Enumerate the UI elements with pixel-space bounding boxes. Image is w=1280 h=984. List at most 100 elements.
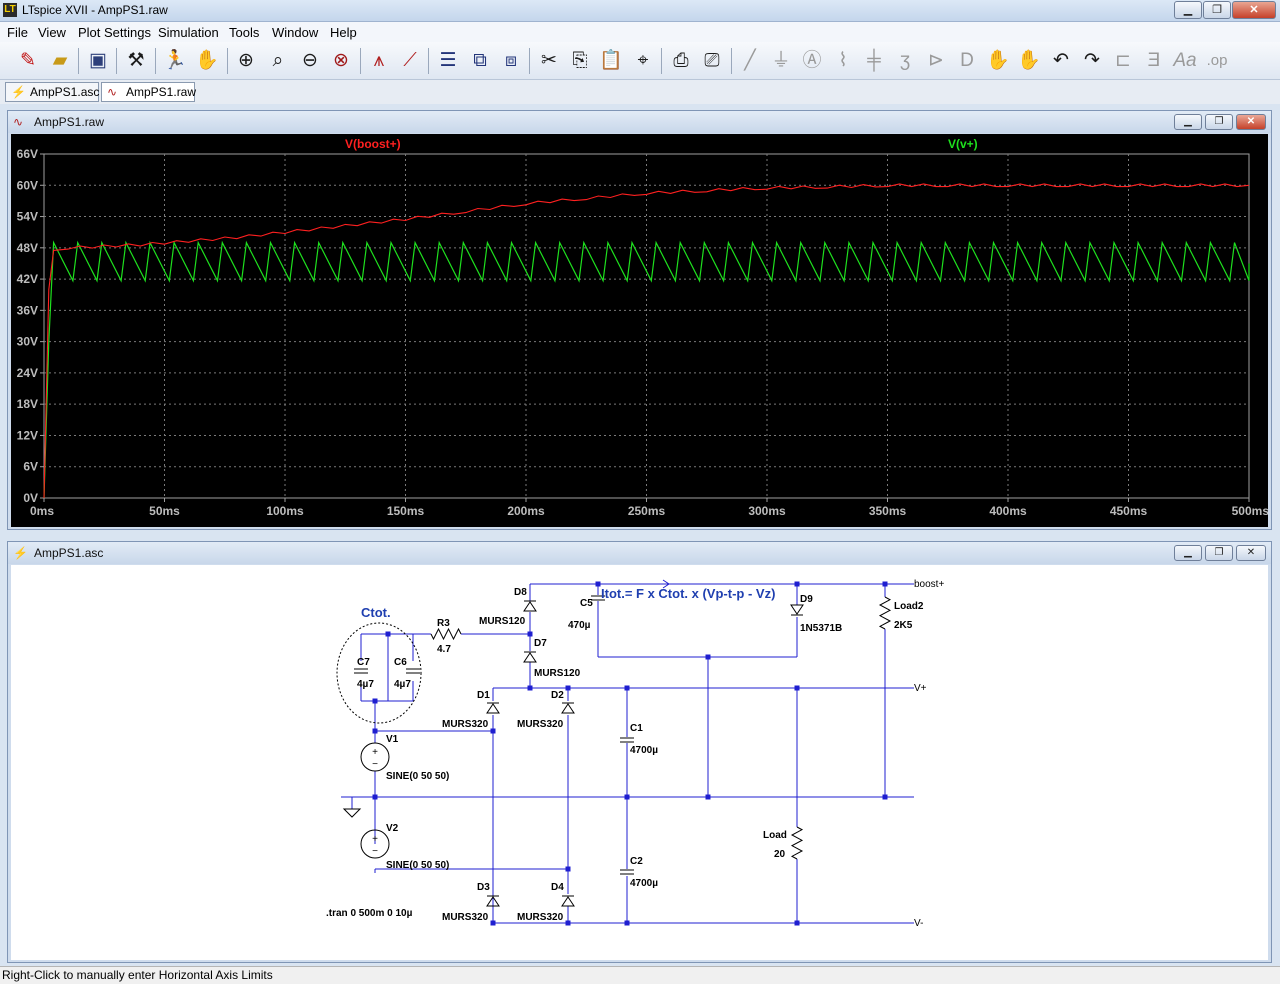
undo-icon[interactable]: ↶ (1047, 47, 1075, 75)
waveform-restore-button[interactable]: ❐ (1205, 114, 1233, 130)
diode-symbol (561, 702, 575, 714)
diode-icon[interactable]: ⊳ (922, 47, 950, 75)
junction-dot (624, 685, 630, 691)
junction-dot (624, 920, 630, 926)
schematic-close-button[interactable]: ✕ (1236, 545, 1266, 561)
zoom-area-icon[interactable]: ⌕ (264, 47, 292, 75)
run-icon[interactable]: 🏃 (161, 47, 189, 75)
drag-icon[interactable]: ✋ (1015, 47, 1043, 75)
tab-waveform[interactable]: ∿ AmpPS1.raw (101, 82, 196, 102)
junction-dot (527, 631, 533, 637)
minimize-button[interactable]: ▁ (1174, 1, 1202, 19)
menu-bar: File View Plot Settings Simulation Tools… (0, 22, 1280, 42)
close-button[interactable]: ✕ (1232, 1, 1276, 19)
x-tick-label: 50ms (149, 504, 180, 518)
schematic-canvas[interactable]: + − + − Ctot. Itot.= F x Ctot. x (Vp-t-p - Vz… (11, 565, 1268, 960)
mirror-icon[interactable]: Ǝ (1140, 47, 1168, 75)
find-icon[interactable]: ⌖ (629, 47, 657, 75)
menu-plot-settings[interactable]: Plot Settings (78, 25, 151, 40)
menu-tools[interactable]: Tools (229, 25, 259, 40)
restore-button[interactable]: ❐ (1203, 1, 1231, 19)
label-c5-name: C5 (580, 598, 593, 609)
y-tick-label: 36V (17, 303, 38, 317)
label-c1-name: C1 (630, 723, 643, 734)
schematic-minimize-button[interactable]: ▁ (1174, 545, 1202, 561)
y-tick-label: 42V (17, 272, 38, 286)
label-c1-val: 4700µ (630, 745, 658, 756)
pan-hand-icon[interactable]: ✋ (193, 47, 221, 75)
zoom-fit-icon[interactable]: ⊗ (327, 47, 355, 75)
schematic-restore-button[interactable]: ❐ (1205, 545, 1233, 561)
menu-view[interactable]: View (38, 25, 66, 40)
autorange-icon[interactable]: ⩚ (365, 47, 393, 75)
ground-icon[interactable]: ⏚ (767, 47, 795, 75)
waveform-close-button[interactable]: ✕ (1236, 114, 1266, 130)
status-bar: Right-Click to manually enter Horizontal… (0, 966, 1280, 984)
x-tick-label: 150ms (387, 504, 425, 518)
diode-symbol (790, 604, 804, 616)
print-setup-icon[interactable]: ⎚ (698, 47, 726, 75)
label-d9-name: D9 (800, 594, 813, 605)
print-icon[interactable]: ⎙ (667, 47, 695, 75)
wire-icon[interactable]: ╱ (736, 47, 764, 75)
source-minus-sign: − (372, 759, 378, 770)
zoom-in-icon[interactable]: ⊕ (232, 47, 260, 75)
tile-horizontal-icon[interactable]: ☰ (434, 47, 462, 75)
spice-directive-icon[interactable]: .op (1203, 47, 1231, 75)
label-load2-name: Load2 (894, 601, 924, 612)
x-tick-label: 200ms (507, 504, 545, 518)
copy-icon[interactable]: ⎘ (566, 47, 594, 75)
save-icon[interactable]: ▣ (84, 47, 112, 75)
tab-schematic[interactable]: ⚡ AmpPS1.asc (5, 82, 99, 102)
diode-symbol (561, 895, 575, 907)
new-schematic-icon[interactable]: ✎ (14, 47, 42, 75)
zoom-out-icon[interactable]: ⊖ (296, 47, 324, 75)
label-c7-val: 4µ7 (357, 679, 374, 690)
junction-dot (705, 794, 711, 800)
move-icon[interactable]: ✋ (984, 47, 1012, 75)
open-folder-icon[interactable]: ▰ (46, 47, 74, 75)
source-minus-sign: − (372, 846, 378, 857)
manual-limits-icon[interactable]: ⟋ (396, 47, 424, 75)
redo-icon[interactable]: ↷ (1078, 47, 1106, 75)
menu-help[interactable]: Help (330, 25, 357, 40)
toolbar-separator (116, 48, 117, 74)
label-d8-name: D8 (514, 587, 527, 598)
y-tick-label: 24V (17, 366, 38, 380)
rotate-icon[interactable]: ⊏ (1109, 47, 1137, 75)
menu-file[interactable]: File (7, 25, 28, 40)
cut-icon[interactable]: ✂ (535, 47, 563, 75)
component-icon[interactable]: D (953, 47, 981, 75)
text-icon[interactable]: Aa (1171, 47, 1199, 75)
junction-dot (385, 631, 391, 637)
tile-vertical-icon[interactable]: ⧈ (497, 47, 525, 75)
junction-dot (565, 920, 571, 926)
capacitor-icon[interactable]: ╪ (860, 47, 888, 75)
toolbar-separator (78, 48, 79, 74)
menu-window[interactable]: Window (272, 25, 318, 40)
toolbar-separator (661, 48, 662, 74)
x-tick-label: 500ms (1232, 504, 1268, 518)
inductor-icon[interactable]: ʒ (891, 47, 919, 75)
label-c7-name: C7 (357, 657, 370, 668)
label-r3-val: 4.7 (437, 644, 451, 655)
menu-simulation[interactable]: Simulation (158, 25, 219, 40)
label-d9-val: 1N5371B (800, 623, 842, 634)
source-plus-sign: + (372, 834, 378, 845)
paste-icon[interactable]: 📋 (597, 47, 625, 75)
waveform-chart[interactable]: 0V 6V 12V 18V 24V 30V 36V 42V 48V 54V 60V 66V 0ms 50m… (11, 134, 1270, 527)
title-bar: LT LTspice XVII - AmpPS1.raw ▁ ❐ ✕ (0, 0, 1280, 22)
junction-dot (372, 728, 378, 734)
control-panel-icon[interactable]: ⚒ (122, 47, 150, 75)
cascade-icon[interactable]: ⧉ (466, 47, 494, 75)
resistor-icon[interactable]: ⌇ (829, 47, 857, 75)
capacitor-symbol (406, 668, 420, 674)
label-d4-val: MURS320 (517, 912, 564, 923)
waveform-minimize-button[interactable]: ▁ (1174, 114, 1202, 130)
label-net-icon[interactable]: Ⓐ (798, 47, 826, 75)
label-v1-name: V1 (386, 734, 399, 745)
label-r3-name: R3 (437, 618, 450, 629)
plot-pane[interactable]: 0V 6V 12V 18V 24V 30V 36V 42V 48V 54V 60V 66V 0ms 50m… (11, 134, 1270, 527)
label-formula: Itot.= F x Ctot. x (Vp-t-p - Vz) (601, 586, 775, 601)
schematic-drawing[interactable]: +−+−Ctot.Itot.= F x Ctot. x (Vp-t-p - Vz… (11, 565, 1268, 960)
